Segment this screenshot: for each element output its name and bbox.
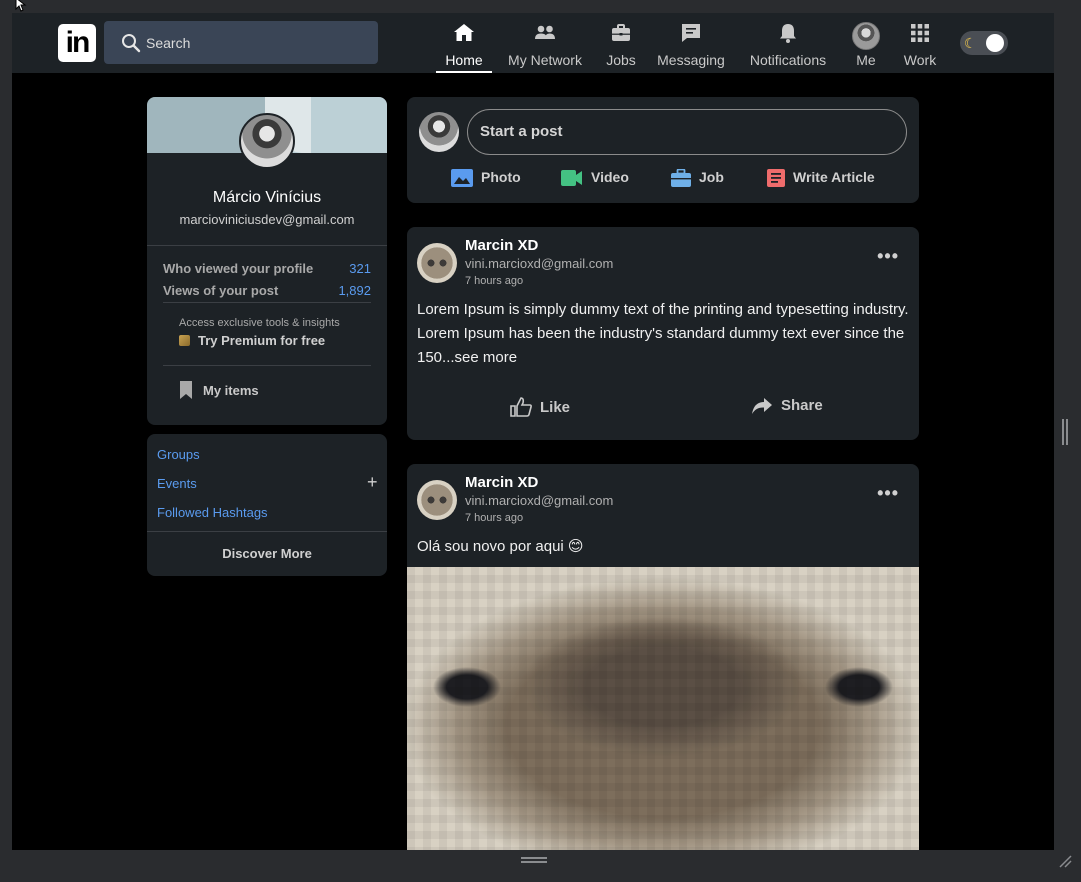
resize-corner-icon[interactable] <box>1058 854 1072 868</box>
add-event-icon[interactable]: + <box>367 473 378 491</box>
premium-note: Access exclusive tools & insights <box>179 317 340 329</box>
stat-value: 321 <box>349 261 371 276</box>
nav-notifications-label: Notifications <box>749 52 827 68</box>
divider <box>163 302 371 303</box>
briefcase-icon <box>612 24 630 41</box>
share-button[interactable]: Share <box>751 397 823 415</box>
like-icon <box>510 397 532 417</box>
try-premium-label: Try Premium for free <box>198 333 326 348</box>
post-author[interactable]: Marcin XD <box>465 474 538 491</box>
like-label: Like <box>540 399 571 416</box>
avatar[interactable] <box>417 243 457 283</box>
photo-button[interactable]: Photo <box>451 169 521 193</box>
post-time: 7 hours ago <box>465 512 524 524</box>
profile-card: Márcio Vinícius marcioviniciusdev@gmail.… <box>147 97 387 425</box>
stat-value: 1,892 <box>338 283 371 298</box>
job-label: Job <box>699 169 724 185</box>
video-icon <box>561 170 582 186</box>
search-box[interactable] <box>104 21 378 64</box>
share-icon <box>752 398 772 414</box>
divider <box>147 245 387 246</box>
nav-messaging[interactable]: Messaging <box>654 13 728 73</box>
post-text: Olá sou novo por aqui 😊 <box>417 538 584 555</box>
horizontal-resize-handle[interactable] <box>521 857 547 863</box>
feed-post: Marcin XD vini.marcioxd@gmail.com 7 hour… <box>407 227 919 440</box>
like-button[interactable]: Like <box>510 397 570 417</box>
followed-hashtags-link[interactable]: Followed Hashtags <box>157 505 268 520</box>
bookmark-icon <box>180 381 192 399</box>
stat-profile-views[interactable]: Who viewed your profile 321 <box>163 261 371 276</box>
nav-notifications[interactable]: Notifications <box>745 13 831 73</box>
nav-my-network-label: My Network <box>508 52 582 68</box>
post-time: 7 hours ago <box>465 275 524 287</box>
post-text: Lorem Ipsum is simply dummy text of the … <box>417 301 909 366</box>
job-button[interactable]: Job <box>671 168 724 193</box>
start-post-input[interactable]: Start a post <box>467 109 907 155</box>
message-icon <box>682 24 700 42</box>
home-icon <box>454 24 474 41</box>
stat-label: Who viewed your profile <box>163 261 314 276</box>
stat-post-views[interactable]: Views of your post 1,892 <box>163 283 371 298</box>
premium-icon <box>179 335 190 346</box>
stat-label: Views of your post <box>163 283 279 298</box>
avatar[interactable] <box>417 480 457 520</box>
feed-post: Marcin XD vini.marcioxd@gmail.com 7 hour… <box>407 464 919 850</box>
events-link[interactable]: Events <box>157 476 197 491</box>
profile-email: marcioviniciusdev@gmail.com <box>179 212 355 227</box>
discover-more-button[interactable]: Discover More <box>147 546 387 561</box>
video-label: Video <box>591 169 629 185</box>
avatar <box>852 22 880 50</box>
search-icon <box>122 34 141 53</box>
try-premium-link[interactable]: Try Premium for free <box>179 333 325 348</box>
article-icon <box>767 169 785 187</box>
search-input[interactable] <box>146 21 366 64</box>
my-items-link[interactable]: My items <box>179 381 259 399</box>
write-article-button[interactable]: Write Article <box>767 169 875 193</box>
more-options-icon[interactable]: ••• <box>877 247 899 265</box>
post-author-email: vini.marcioxd@gmail.com <box>465 256 614 271</box>
vertical-resize-handle[interactable] <box>1062 419 1068 445</box>
nav-me[interactable]: Me <box>848 13 884 73</box>
app-viewport: in Home My Network Jobs Messaging Notifi… <box>12 13 1054 850</box>
more-options-icon[interactable]: ••• <box>877 484 899 502</box>
profile-name[interactable]: Márcio Vinícius <box>147 189 387 207</box>
linkedin-logo[interactable]: in <box>58 24 96 62</box>
window-bottom-edge <box>0 850 1081 882</box>
post-author-email: vini.marcioxd@gmail.com <box>465 493 614 508</box>
write-article-label: Write Article <box>793 169 875 185</box>
nav-me-label: Me <box>856 52 876 68</box>
briefcase-icon <box>671 168 691 187</box>
nav-jobs-label: Jobs <box>606 52 636 68</box>
nav-home-label: Home <box>445 52 483 68</box>
profile-avatar[interactable] <box>239 113 295 169</box>
photo-label: Photo <box>481 169 521 185</box>
toggle-knob <box>986 34 1004 52</box>
divider <box>163 365 371 366</box>
video-button[interactable]: Video <box>561 169 629 193</box>
moon-icon: ☾ <box>964 35 977 51</box>
theme-toggle[interactable]: ☾ <box>960 31 1008 55</box>
grid-icon <box>911 24 929 42</box>
photo-icon <box>451 169 473 187</box>
avatar <box>419 112 459 152</box>
network-icon <box>535 25 555 39</box>
bell-icon <box>780 24 796 43</box>
groups-link[interactable]: Groups <box>157 447 200 462</box>
nav-work-label: Work <box>903 52 937 68</box>
window-top-edge <box>0 0 1081 13</box>
post-image[interactable] <box>407 567 919 850</box>
nav-work[interactable]: Work <box>900 13 940 73</box>
mouse-cursor-icon <box>15 0 27 12</box>
community-links-card: Groups Events + Followed Hashtags Discov… <box>147 434 387 576</box>
nav-my-network[interactable]: My Network <box>503 13 587 73</box>
nav-jobs[interactable]: Jobs <box>600 13 642 73</box>
top-nav-bar: in Home My Network Jobs Messaging Notifi… <box>12 13 1054 73</box>
nav-messaging-label: Messaging <box>657 52 725 68</box>
nav-home[interactable]: Home <box>436 13 492 73</box>
divider <box>147 531 387 532</box>
share-label: Share <box>781 397 823 414</box>
my-items-label: My items <box>203 383 259 398</box>
post-composer: Start a post Photo Video Job Write Artic… <box>407 97 919 203</box>
post-author[interactable]: Marcin XD <box>465 237 538 254</box>
